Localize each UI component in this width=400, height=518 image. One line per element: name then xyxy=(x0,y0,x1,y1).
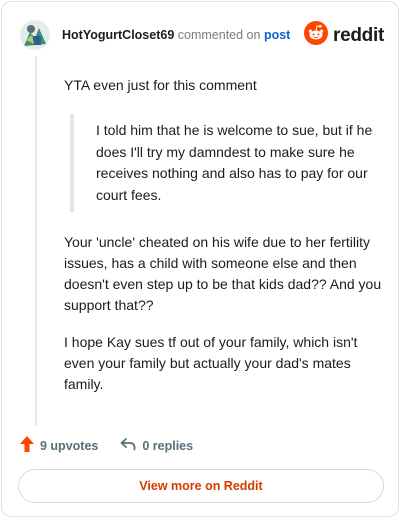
comment-actions: 9 upvotes 0 replies xyxy=(20,436,193,455)
thread-line xyxy=(35,56,37,426)
reply-button[interactable]: 0 replies xyxy=(120,437,193,454)
comment-paragraph-3: I hope Kay sues tf out of your family, w… xyxy=(64,334,358,392)
post-link[interactable]: post xyxy=(264,28,290,42)
reddit-wordmark: reddit xyxy=(333,24,384,46)
byline-verb: commented on xyxy=(177,28,261,42)
comment-header: HotYogurtCloset69 commented on post redd… xyxy=(20,20,384,50)
byline: HotYogurtCloset69 commented on post xyxy=(62,28,290,42)
blockquote: I told him that he is welcome to sue, bu… xyxy=(70,114,384,212)
comment-paragraph-2: Your 'uncle' cheated on his wife due to … xyxy=(64,234,382,313)
upvote-count: 9 upvotes xyxy=(40,438,99,453)
avatar[interactable] xyxy=(20,20,50,50)
comment-paragraph-1: YTA even just for this comment xyxy=(64,77,257,93)
upvote-arrow-icon xyxy=(20,436,40,455)
quote-text: I told him that he is welcome to sue, bu… xyxy=(96,122,373,203)
reply-count: 0 replies xyxy=(142,438,194,453)
username-link[interactable]: HotYogurtCloset69 xyxy=(62,28,174,42)
comment-embed-card: HotYogurtCloset69 commented on post redd… xyxy=(1,1,399,517)
reply-arrow-icon xyxy=(120,437,142,454)
reddit-snoo-icon xyxy=(304,21,329,50)
comment-body: YTA even just for this comment I told hi… xyxy=(64,75,384,395)
reddit-logo[interactable]: reddit xyxy=(304,21,384,50)
view-more-button[interactable]: View more on Reddit xyxy=(18,469,384,503)
upvote-button[interactable]: 9 upvotes xyxy=(20,436,98,455)
